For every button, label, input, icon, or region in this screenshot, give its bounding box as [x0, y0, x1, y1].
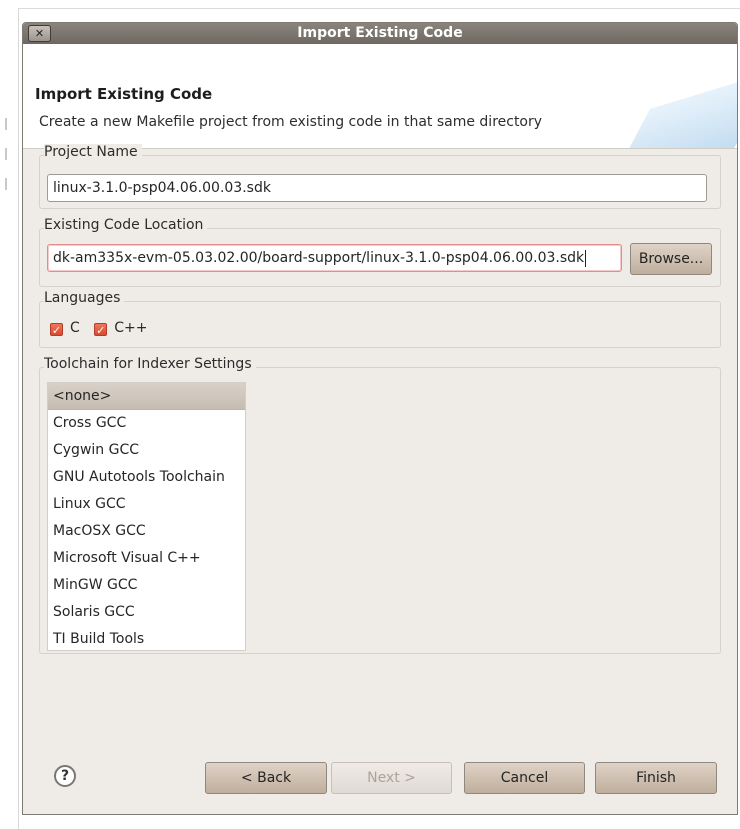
languages-label: Languages: [44, 290, 125, 306]
language-c-label: C: [70, 320, 80, 336]
next-button[interactable]: Next >: [331, 762, 452, 794]
browse-button[interactable]: Browse...: [630, 243, 712, 275]
top-divider: [0, 8, 740, 9]
left-editor-gutter: [0, 8, 19, 829]
toolchain-item-cygwin-gcc[interactable]: Cygwin GCC: [48, 437, 245, 464]
text-cursor: [585, 249, 587, 267]
import-existing-code-dialog: ✕ Import Existing Code Import Existing C…: [22, 22, 738, 815]
gutter-marker: [5, 118, 7, 130]
gutter-marker: [5, 178, 7, 190]
toolchain-item-cross-gcc[interactable]: Cross GCC: [48, 410, 245, 437]
back-button[interactable]: < Back: [205, 762, 327, 794]
cancel-button[interactable]: Cancel: [464, 762, 585, 794]
project-name-value: linux-3.1.0-psp04.06.00.03.sdk: [53, 180, 271, 196]
toolchain-list[interactable]: <none> Cross GCC Cygwin GCC GNU Autotool…: [47, 382, 246, 651]
close-icon[interactable]: ✕: [28, 25, 51, 42]
window-titlebar: ✕ Import Existing Code: [23, 23, 737, 44]
languages-options: ✓ C ✓ C++: [50, 320, 157, 337]
gutter-marker: [5, 148, 7, 160]
existing-code-location-label: Existing Code Location: [44, 217, 208, 233]
checkbox-checked-icon[interactable]: ✓: [50, 323, 63, 337]
toolchain-item-solaris-gcc[interactable]: Solaris GCC: [48, 599, 245, 626]
help-icon[interactable]: ?: [54, 765, 76, 787]
existing-code-location-input[interactable]: dk-am335x-evm-05.03.02.00/board-support/…: [47, 244, 622, 272]
toolchain-item-mingw-gcc[interactable]: MinGW GCC: [48, 572, 245, 599]
screenshot-frame: ✕ Import Existing Code Import Existing C…: [0, 0, 740, 829]
toolchain-item-ti-build-tools[interactable]: TI Build Tools: [48, 626, 245, 650]
banner-title: Import Existing Code: [35, 85, 213, 103]
toolchain-item-linux-gcc[interactable]: Linux GCC: [48, 491, 245, 518]
banner-description: Create a new Makefile project from exist…: [39, 114, 543, 130]
languages-group: Languages ✓ C ✓ C++: [39, 290, 721, 348]
window-title: Import Existing Code: [297, 25, 463, 41]
banner-graphic: [626, 64, 737, 148]
existing-code-location-group: Existing Code Location dk-am335x-evm-05.…: [39, 217, 721, 287]
toolchain-group: Toolchain for Indexer Settings <none> Cr…: [39, 356, 721, 654]
checkbox-checked-icon[interactable]: ✓: [94, 323, 108, 337]
finish-button[interactable]: Finish: [595, 762, 717, 794]
toolchain-item-microsoft-visual-cpp[interactable]: Microsoft Visual C++: [48, 545, 245, 572]
language-c-option[interactable]: ✓ C: [50, 320, 80, 337]
project-name-group: Project Name linux-3.1.0-psp04.06.00.03.…: [39, 144, 721, 209]
existing-code-location-value: dk-am335x-evm-05.03.02.00/board-support/…: [53, 250, 585, 266]
project-name-input[interactable]: linux-3.1.0-psp04.06.00.03.sdk: [47, 174, 707, 202]
language-cpp-label: C++: [114, 320, 148, 336]
project-name-label: Project Name: [44, 144, 142, 160]
wizard-banner: Import Existing Code Create a new Makefi…: [23, 44, 737, 149]
toolchain-item-macosx-gcc[interactable]: MacOSX GCC: [48, 518, 245, 545]
toolchain-item-none[interactable]: <none>: [48, 383, 245, 410]
toolchain-label: Toolchain for Indexer Settings: [44, 356, 256, 372]
toolchain-item-gnu-autotools[interactable]: GNU Autotools Toolchain: [48, 464, 245, 491]
language-cpp-option[interactable]: ✓ C++: [94, 320, 148, 337]
